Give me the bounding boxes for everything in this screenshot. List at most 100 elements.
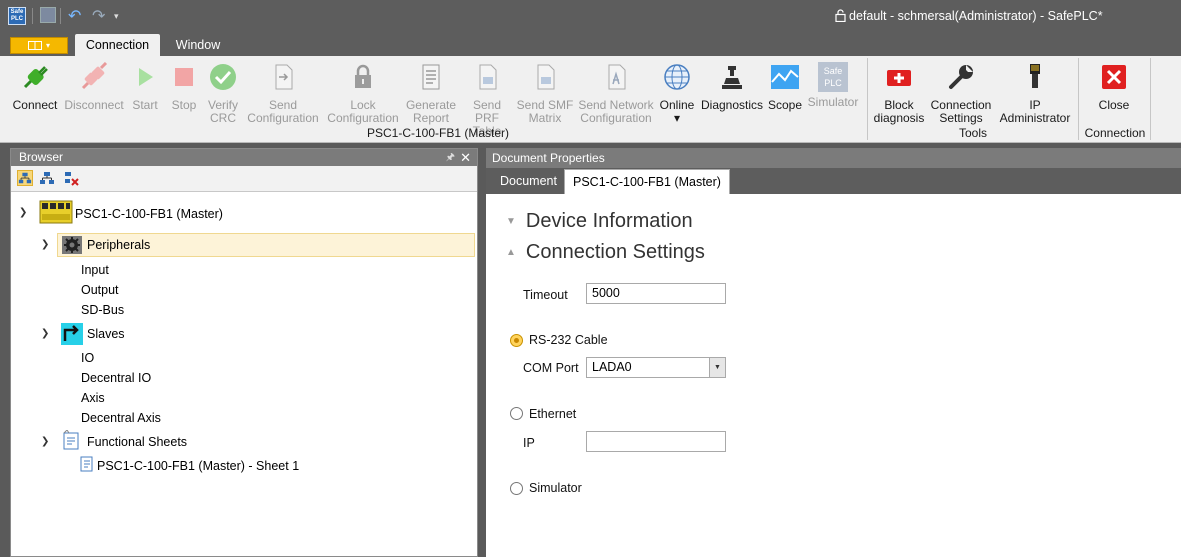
- tab-connection[interactable]: Connection: [75, 34, 160, 56]
- tree-item-input[interactable]: Input: [81, 260, 109, 280]
- tree-item-output[interactable]: Output: [81, 280, 119, 300]
- block-diagnosis-button[interactable]: Block diagnosis: [872, 56, 926, 126]
- section-device-information[interactable]: ▼ Device Information: [506, 210, 693, 233]
- redo-icon[interactable]: ↷: [92, 7, 105, 25]
- section-title: Device Information: [525, 210, 693, 232]
- rs232-radio[interactable]: [510, 334, 523, 347]
- lock-configuration-button[interactable]: Lock Configuration: [325, 56, 401, 126]
- tab-window[interactable]: Window: [168, 34, 228, 56]
- plc-device-icon: [39, 200, 73, 224]
- chevron-down-icon[interactable]: ❯: [19, 207, 27, 218]
- tree-root-device[interactable]: PSC1-C-100-FB1 (Master): [75, 204, 223, 224]
- tree-item-decentral-axis[interactable]: Decentral Axis: [81, 408, 161, 428]
- application-menu-button[interactable]: ▾: [10, 37, 68, 54]
- send-document-icon: [275, 64, 293, 90]
- verify-crc-button[interactable]: Verify CRC: [204, 56, 242, 126]
- diagnostics-button[interactable]: Diagnostics: [699, 56, 765, 126]
- close-connection-button[interactable]: Close: [1084, 56, 1144, 126]
- gear-icon: [62, 236, 82, 254]
- simulator-button[interactable]: Safe PLC Simulator: [806, 56, 860, 126]
- close-label: Close: [1098, 98, 1130, 112]
- tree-item-functional-sheets[interactable]: Functional Sheets: [87, 432, 187, 452]
- send-prf-table-button[interactable]: Send PRF Table: [460, 56, 514, 138]
- functional-sheets-icon: [63, 430, 79, 450]
- tree-item-slaves[interactable]: Slaves: [87, 324, 125, 344]
- ip-administrator-button[interactable]: IP Administrator: [996, 56, 1074, 126]
- disconnect-plug-icon: [81, 61, 108, 90]
- tree-item-sd-bus[interactable]: SD-Bus: [81, 300, 124, 320]
- ip-administrator-label: IP Administrator: [999, 98, 1071, 125]
- ribbon-group-label-connection: Connection: [1084, 126, 1146, 140]
- diagnostics-icon: [722, 66, 742, 89]
- timeout-input[interactable]: 5000: [586, 283, 726, 304]
- chevron-down-icon[interactable]: ❯: [41, 239, 49, 250]
- save-icon[interactable]: [40, 7, 56, 23]
- verify-check-icon: [210, 64, 236, 90]
- document-tab-bar: Document PSC1-C-100-FB1 (Master): [486, 168, 1181, 194]
- lock-open-icon: [835, 9, 846, 22]
- disconnect-button[interactable]: Disconnect: [62, 56, 126, 126]
- send-configuration-button[interactable]: Send Configuration: [244, 56, 322, 126]
- timeout-label: Timeout: [523, 288, 568, 302]
- separator: [60, 8, 61, 24]
- section-connection-settings[interactable]: ▲ Connection Settings: [506, 241, 705, 264]
- ribbon-group-separator: [867, 58, 868, 140]
- scope-button[interactable]: Scope: [767, 56, 803, 126]
- separator: [32, 8, 33, 24]
- ribbon-group-separator: [1150, 58, 1151, 140]
- stop-button[interactable]: Stop: [169, 56, 199, 126]
- generate-report-button[interactable]: Generate Report: [404, 56, 458, 126]
- network-view-icon[interactable]: [17, 170, 33, 186]
- tab-device[interactable]: PSC1-C-100-FB1 (Master): [564, 169, 730, 194]
- tree-item-axis[interactable]: Axis: [81, 388, 105, 408]
- quick-access-dropdown-icon[interactable]: ▾: [114, 7, 119, 25]
- start-button[interactable]: Start: [130, 56, 160, 126]
- remove-node-icon[interactable]: [63, 170, 79, 186]
- rs232-label[interactable]: RS-232 Cable: [529, 333, 608, 347]
- chevron-down-icon[interactable]: ❯: [41, 436, 49, 447]
- add-node-icon[interactable]: [39, 170, 55, 186]
- chevron-down-icon[interactable]: ▼: [709, 358, 725, 377]
- simulator-radio[interactable]: [510, 482, 523, 495]
- close-icon[interactable]: ✕: [460, 149, 471, 166]
- tree-item-io[interactable]: IO: [81, 348, 94, 368]
- padlock-icon: [355, 64, 371, 88]
- tree-item-decentral-io[interactable]: Decentral IO: [81, 368, 151, 388]
- online-dropdown-button[interactable]: Online ▾: [658, 56, 696, 126]
- ribbon-group-separator: [1078, 58, 1079, 140]
- ip-input[interactable]: [586, 431, 726, 452]
- scope-label: Scope: [767, 98, 803, 112]
- disconnect-label: Disconnect: [64, 98, 124, 112]
- undo-icon[interactable]: ↶: [68, 7, 81, 25]
- tree-item-sheet-1[interactable]: PSC1-C-100-FB1 (Master) - Sheet 1: [97, 456, 299, 476]
- connect-button[interactable]: Connect: [10, 56, 60, 126]
- ribbon-group-label-device: PSC1-C-100-FB1 (Master): [366, 126, 510, 140]
- simulator-label[interactable]: Simulator: [529, 481, 582, 495]
- document-properties-header: Document Properties: [486, 148, 1181, 168]
- tab-document[interactable]: Document: [492, 169, 565, 194]
- block-diagnosis-icon: [887, 70, 911, 86]
- pin-icon[interactable]: 🖈: [446, 149, 455, 166]
- section-title: Connection Settings: [525, 241, 705, 263]
- ethernet-label[interactable]: Ethernet: [529, 407, 576, 421]
- com-port-value: LADA0: [592, 360, 632, 374]
- ip-label: IP: [523, 436, 535, 450]
- globe-icon: [664, 64, 690, 90]
- send-network-configuration-button[interactable]: Send Network Configuration: [576, 56, 656, 126]
- browser-panel: Browser 🖈 ✕ ❯ PSC1-C-100-FB1 (Master) ❯ …: [10, 148, 478, 557]
- diagnostics-label: Diagnostics: [700, 98, 764, 112]
- sheet-icon: [80, 456, 93, 472]
- send-smf-matrix-button[interactable]: Send SMF Matrix: [516, 56, 574, 126]
- network-config-icon: [608, 64, 626, 90]
- com-port-label: COM Port: [523, 361, 579, 375]
- app-logo-icon[interactable]: Safe PLC: [8, 7, 26, 25]
- tree-item-peripherals[interactable]: Peripherals: [87, 235, 150, 255]
- com-port-select[interactable]: LADA0 ▼: [586, 357, 726, 378]
- chevron-down-icon[interactable]: ❯: [41, 328, 49, 339]
- generate-report-label: Generate Report: [405, 98, 457, 125]
- browser-title: Browser: [19, 150, 64, 164]
- ethernet-radio[interactable]: [510, 407, 523, 420]
- connection-settings-button[interactable]: Connection Settings: [928, 56, 994, 126]
- smf-matrix-icon: [537, 64, 555, 90]
- document-properties-panel: Document Properties Document PSC1-C-100-…: [486, 148, 1181, 557]
